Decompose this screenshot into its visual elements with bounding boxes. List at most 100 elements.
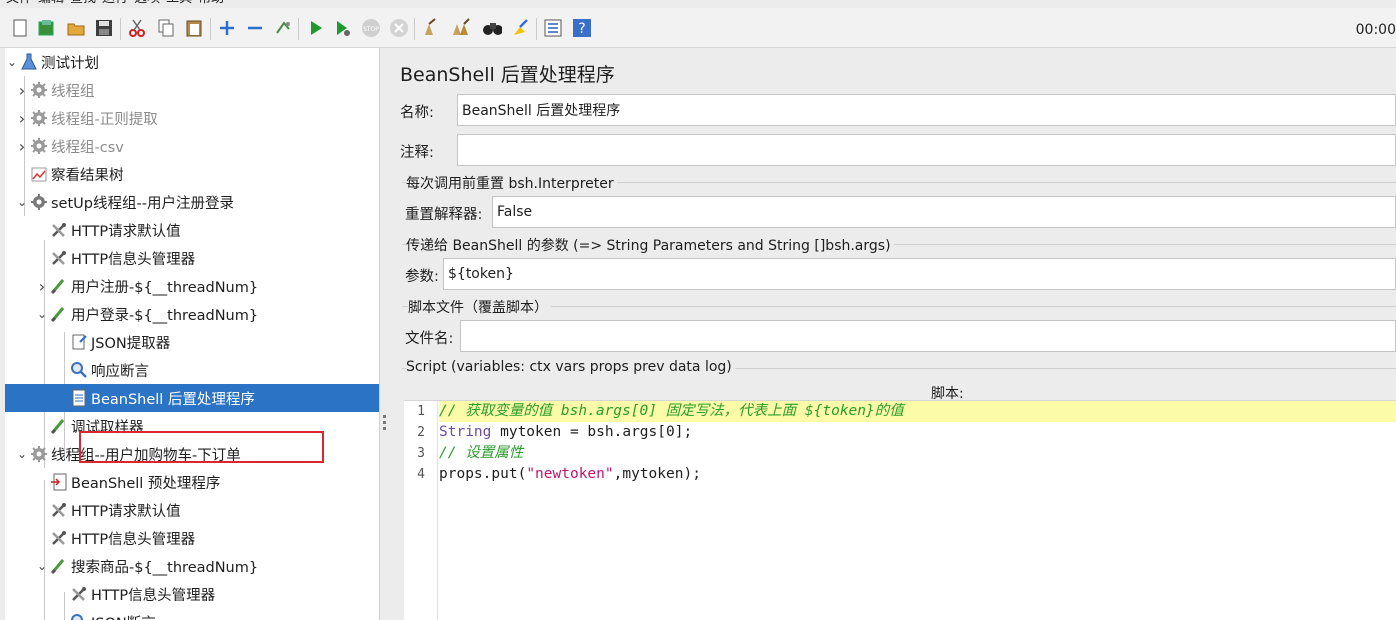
comment-field[interactable] — [457, 134, 1396, 166]
clear-icon[interactable] — [421, 18, 441, 38]
toolbar: STOP ? 00:00 — [0, 8, 1396, 48]
cut-icon[interactable] — [127, 18, 147, 38]
tree-item-label: 测试计划 — [41, 55, 99, 72]
new-icon[interactable] — [10, 18, 30, 38]
menu-item[interactable]: 选项 — [134, 0, 160, 7]
parameters-label: 参数: — [405, 269, 439, 285]
chevron-right-icon[interactable]: › — [15, 137, 29, 156]
expand-icon[interactable] — [217, 18, 237, 38]
tree-item-label: 线程组-正则提取 — [51, 111, 158, 128]
tree-item-label: 察看结果树 — [51, 167, 124, 184]
tree-item-label: HTTP请求默认值 — [71, 223, 181, 240]
reset-interpreter-field[interactable]: False — [492, 196, 1396, 228]
search-icon[interactable] — [482, 18, 502, 38]
tree-item-label: 用户登录-${__threadNum} — [71, 307, 259, 324]
menu-item[interactable]: 帮助 — [198, 0, 224, 7]
tree-item[interactable]: HTTP信息头管理器 — [5, 580, 379, 608]
menu-item[interactable]: 运行 — [102, 0, 128, 7]
config-element-icon — [49, 500, 69, 520]
shutdown-icon[interactable] — [389, 18, 409, 38]
elapsed-timer: 00:00 — [1355, 22, 1396, 38]
tree-item[interactable]: ⌄ 线程组--用户加购物车-下订单 — [5, 440, 379, 468]
tree-item[interactable]: › 线程组-csv — [5, 132, 379, 160]
copy-icon[interactable] — [156, 18, 176, 38]
chevron-down-icon[interactable]: ⌄ — [5, 55, 19, 69]
menu-item[interactable]: 查找 — [70, 0, 96, 7]
svg-text:STOP: STOP — [363, 26, 379, 33]
listener-icon — [29, 164, 49, 184]
config-element-icon — [49, 220, 69, 240]
code-line-4: props.put("newtoken",mytoken); — [439, 464, 1396, 485]
filename-field[interactable] — [460, 320, 1396, 352]
menu-item[interactable]: 工具 — [166, 0, 192, 7]
line-number-gutter: 1 2 3 4 — [404, 401, 438, 620]
tree-item[interactable]: ⌄ 用户登录-${__threadNum} — [5, 300, 379, 328]
start-no-pauses-icon[interactable] — [333, 18, 353, 38]
tree-item[interactable]: ⌄ 测试计划 — [5, 48, 379, 76]
tree-item[interactable]: ⌄ 搜索商品-${__threadNum} — [5, 552, 379, 580]
menu-item[interactable]: 编辑 — [38, 0, 64, 7]
tree-item[interactable]: › 线程组 — [5, 76, 379, 104]
open-icon[interactable] — [66, 18, 86, 38]
chevron-right-icon[interactable]: › — [15, 81, 29, 100]
parameters-field[interactable]: ${token} — [443, 258, 1396, 290]
name-field[interactable]: BeanShell 后置处理程序 — [457, 94, 1396, 126]
code-text: ,mytoken); — [613, 466, 701, 482]
reset-group-title: 每次调用前重置 bsh.Interpreter — [406, 173, 617, 193]
line-number: 3 — [417, 446, 425, 461]
tree-item-label: 线程组-csv — [51, 139, 124, 156]
chevron-right-icon[interactable]: › — [15, 109, 29, 128]
tree-item[interactable]: BeanShell 预处理程序 — [5, 468, 379, 496]
pane-splitter[interactable] — [380, 48, 390, 620]
tree-item[interactable]: JSON提取器 — [5, 328, 379, 356]
script-editor[interactable]: 1 2 3 4 // 获取变量的值 bsh.args[0] 固定写法，代表上面 … — [404, 400, 1396, 620]
tree-item-label: HTTP信息头管理器 — [91, 587, 216, 604]
start-icon[interactable] — [306, 18, 326, 38]
chevron-down-icon[interactable]: ⌄ — [15, 447, 29, 461]
code-type-keyword: String — [439, 424, 492, 440]
tree-item[interactable]: 调试取样器 — [5, 412, 379, 440]
collapse-icon[interactable] — [245, 18, 265, 38]
reset-search-icon[interactable] — [511, 18, 531, 38]
chevron-down-icon[interactable]: ⌄ — [15, 195, 29, 209]
setup-thread-group-icon — [29, 192, 49, 212]
tree-item-label: JSON提取器 — [91, 335, 171, 352]
menubar: 文件编辑查找运行选项工具帮助 — [0, 0, 224, 7]
config-element-icon — [49, 248, 69, 268]
sampler-icon — [49, 276, 69, 296]
chevron-down-icon[interactable]: ⌄ — [35, 559, 49, 573]
tree-item-label: JSON断言 — [91, 612, 156, 620]
tree-item[interactable]: HTTP请求默认值 — [5, 496, 379, 524]
sampler-icon — [49, 304, 69, 324]
tree-item[interactable]: 响应断言 — [5, 356, 379, 384]
tree-item[interactable]: HTTP请求默认值 — [5, 216, 379, 244]
menu-item[interactable]: 文件 — [6, 0, 32, 7]
page-title: BeanShell 后置处理程序 — [400, 64, 615, 86]
code-comment: // 设置属性 — [439, 445, 524, 461]
stop-icon[interactable]: STOP — [361, 18, 381, 38]
code-line-2: String mytoken = bsh.args[0]; — [439, 422, 1396, 443]
parameters-group-title: 传递给 BeanShell 的参数 (=> String Parameters … — [406, 235, 894, 255]
tree-item[interactable]: › 用户注册-${__threadNum} — [5, 272, 379, 300]
tree-item[interactable]: JSON断言 — [5, 608, 379, 620]
toggle-icon[interactable] — [273, 18, 293, 38]
tree-item[interactable]: HTTP信息头管理器 — [5, 524, 379, 552]
chevron-right-icon[interactable]: › — [35, 277, 49, 296]
tree-item[interactable]: › 线程组-正则提取 — [5, 104, 379, 132]
tree-item[interactable]: ⌄ setUp线程组--用户注册登录 — [5, 188, 379, 216]
chevron-down-icon[interactable]: ⌄ — [35, 307, 49, 321]
tree-item[interactable]: 察看结果树 — [5, 160, 379, 188]
templates-icon[interactable] — [36, 18, 56, 38]
save-icon[interactable] — [94, 18, 114, 38]
test-plan-tree[interactable]: JSON断言 HTTP信息头管理器 ⌄ 搜索商品-${__threadNum} HTTP… — [5, 48, 380, 620]
code-area[interactable]: // 获取变量的值 bsh.args[0] 固定写法，代表上面 ${token}… — [439, 401, 1396, 485]
tree-item[interactable]: HTTP信息头管理器 — [5, 244, 379, 272]
code-line-1: // 获取变量的值 bsh.args[0] 固定写法，代表上面 ${token}… — [439, 401, 1396, 422]
clear-all-icon[interactable] — [451, 18, 471, 38]
function-helper-icon[interactable] — [543, 18, 563, 38]
code-text: mytoken = bsh.args[0]; — [491, 424, 693, 440]
help-icon[interactable]: ? — [572, 18, 592, 38]
tree-item[interactable]: BeanShell 后置处理程序 — [5, 384, 379, 412]
paste-icon[interactable] — [184, 18, 204, 38]
config-element-icon — [69, 584, 89, 604]
